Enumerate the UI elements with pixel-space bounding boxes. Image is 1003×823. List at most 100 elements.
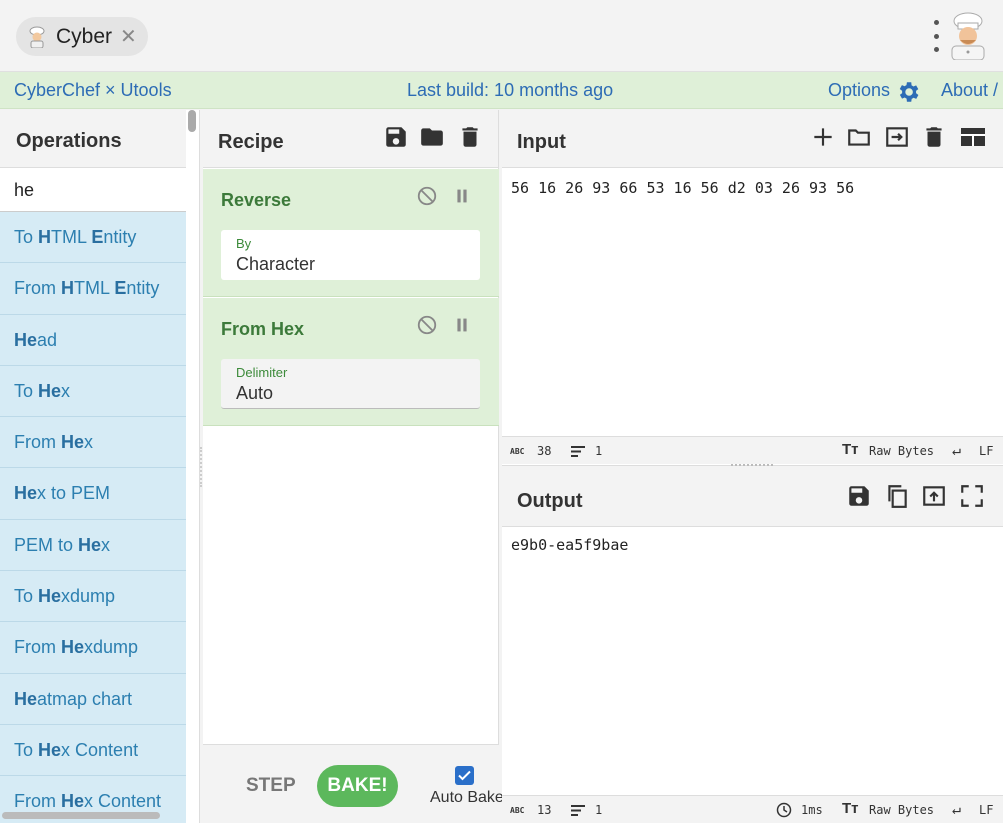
operation-label-part: xdump	[84, 637, 139, 658]
operation-label-part: He	[78, 534, 102, 555]
disable-icon[interactable]	[416, 185, 438, 207]
operation-label-part: From	[14, 637, 61, 658]
input-char-count: 38	[537, 444, 552, 458]
output-text[interactable]: e9b0-ea5f9bae	[511, 536, 628, 554]
options-link[interactable]: Options	[828, 80, 890, 101]
lines-icon	[571, 446, 585, 457]
field-value: Character	[236, 254, 316, 274]
operation-item[interactable]: Head	[0, 314, 186, 366]
recipe-operation-from-hex[interactable]: From Hex Delimiter Auto	[203, 298, 499, 426]
font-size-icon[interactable]: Tт	[842, 441, 859, 458]
input-encoding[interactable]: Raw Bytes	[869, 444, 934, 458]
recipe-operation-name: From Hex	[221, 319, 305, 339]
operation-label-part: H	[38, 227, 52, 247]
operation-label-part: He	[61, 637, 85, 658]
maximize-icon[interactable]	[959, 483, 985, 509]
operation-item[interactable]: To Hexdump	[0, 571, 186, 623]
window-tab[interactable]: Cyber ✕	[16, 17, 148, 56]
more-menu-icon[interactable]	[929, 20, 943, 52]
about-link[interactable]: About /	[941, 80, 998, 101]
operation-item[interactable]: From Hexdump	[0, 622, 186, 674]
from-hex-delimiter-field[interactable]: Delimiter Auto	[221, 359, 480, 409]
operation-label-part: He	[61, 791, 85, 812]
operation-label-part: To	[14, 227, 39, 247]
operation-label-part: ntity	[126, 278, 160, 299]
input-text[interactable]: 56 16 26 93 66 53 16 56 d2 03 26 93 56	[511, 179, 854, 197]
output-status-bar: ABC 13 1 1ms Tт Raw Bytes ↵ LF	[502, 795, 1003, 823]
auto-bake-checkbox[interactable]	[455, 766, 474, 785]
output-eol[interactable]: LF	[979, 803, 993, 817]
chef-logo-icon	[29, 26, 45, 48]
operations-search-input[interactable]: he	[0, 168, 186, 212]
open-folder-icon[interactable]	[846, 124, 872, 150]
operation-label-part: He	[38, 380, 62, 401]
output-encoding[interactable]: Raw Bytes	[869, 803, 934, 817]
abc-icon: ABC	[510, 447, 525, 456]
add-tab-icon[interactable]	[810, 124, 836, 150]
operations-scrollbar-vertical[interactable]	[188, 110, 196, 132]
operation-item[interactable]: PEM to Hex	[0, 519, 186, 572]
operation-item[interactable]: To Hex	[0, 365, 186, 418]
folder-icon[interactable]	[419, 124, 445, 150]
operations-scrollbar-horizontal[interactable]	[2, 812, 160, 819]
gear-icon[interactable]	[895, 79, 921, 105]
operation-label-part: He	[38, 586, 62, 607]
title-bar: Cyber ✕	[0, 0, 1003, 72]
disable-icon[interactable]	[416, 314, 438, 336]
input-header: Input	[502, 110, 1003, 168]
output-title: Output	[517, 490, 583, 512]
operation-item[interactable]: Heatmap chart	[0, 673, 186, 725]
input-eol[interactable]: LF	[979, 444, 993, 458]
clock-icon	[776, 802, 792, 818]
operation-label-part: x Content	[61, 739, 139, 760]
operation-item[interactable]: To HTML Entity	[0, 212, 186, 264]
input-panel: Input 56 16 26 93 66 53 16 56 d2 03 26 9…	[502, 110, 1003, 466]
trash-icon[interactable]	[457, 124, 483, 150]
operation-label-part: xdump	[61, 586, 116, 607]
step-button[interactable]: STEP	[246, 775, 296, 797]
operation-label-part: ntity	[103, 227, 137, 247]
output-header: Output	[502, 469, 1003, 527]
operation-label-part: E	[91, 227, 104, 247]
operation-label-part: PEM to	[14, 534, 79, 555]
chef-avatar-icon[interactable]	[946, 12, 990, 60]
save-icon[interactable]	[383, 124, 409, 150]
operations-list: To HTML Entity From HTML Entity Head To Hex…	[0, 212, 186, 823]
operation-item[interactable]: From HTML Entity	[0, 263, 186, 315]
recipe-operation-reverse[interactable]: Reverse By Character	[203, 169, 499, 297]
io-resize-handle[interactable]	[731, 464, 773, 467]
operations-panel: Operations he To HTML Entity From HTML En…	[0, 110, 200, 823]
operation-label-part: H	[61, 278, 74, 299]
layout-icon[interactable]	[959, 124, 987, 150]
operation-label-part: To	[14, 586, 39, 607]
app-name-link[interactable]: CyberChef × Utools	[14, 80, 172, 101]
input-line-count: 1	[595, 444, 603, 458]
eol-icon: ↵	[952, 441, 962, 459]
reverse-by-field[interactable]: By Character	[221, 230, 480, 280]
close-icon[interactable]: ✕	[120, 27, 137, 47]
input-status-bar: ABC 38 1 Tт Raw Bytes ↵ LF	[502, 436, 1003, 464]
operation-label-part: He	[38, 739, 62, 760]
pause-icon[interactable]	[451, 314, 473, 336]
replace-input-icon[interactable]	[921, 483, 947, 509]
field-value: Auto	[236, 383, 274, 403]
copy-icon[interactable]	[884, 483, 910, 509]
font-size-icon[interactable]: Tт	[842, 800, 859, 817]
operation-label-part: E	[114, 278, 127, 299]
operation-label-part: x	[101, 534, 111, 555]
bake-button[interactable]: BAKE!	[317, 765, 398, 807]
last-build-text: Last build: 10 months ago	[407, 80, 614, 100]
operation-label-part: x	[84, 432, 94, 453]
operation-item[interactable]: To Hex Content	[0, 724, 186, 777]
operation-item[interactable]: From Hex	[0, 417, 186, 469]
operation-label-part: He	[14, 483, 38, 504]
auto-bake-label: Auto Bake	[430, 789, 504, 806]
save-output-icon[interactable]	[846, 483, 872, 509]
output-line-count: 1	[595, 803, 603, 817]
operation-item[interactable]: Hex to PEM	[0, 468, 186, 520]
pause-icon[interactable]	[451, 185, 473, 207]
clear-input-icon[interactable]	[921, 124, 947, 150]
open-file-icon[interactable]	[884, 124, 910, 150]
operation-label-part: He	[14, 688, 38, 709]
operation-label-part: To	[14, 739, 39, 760]
